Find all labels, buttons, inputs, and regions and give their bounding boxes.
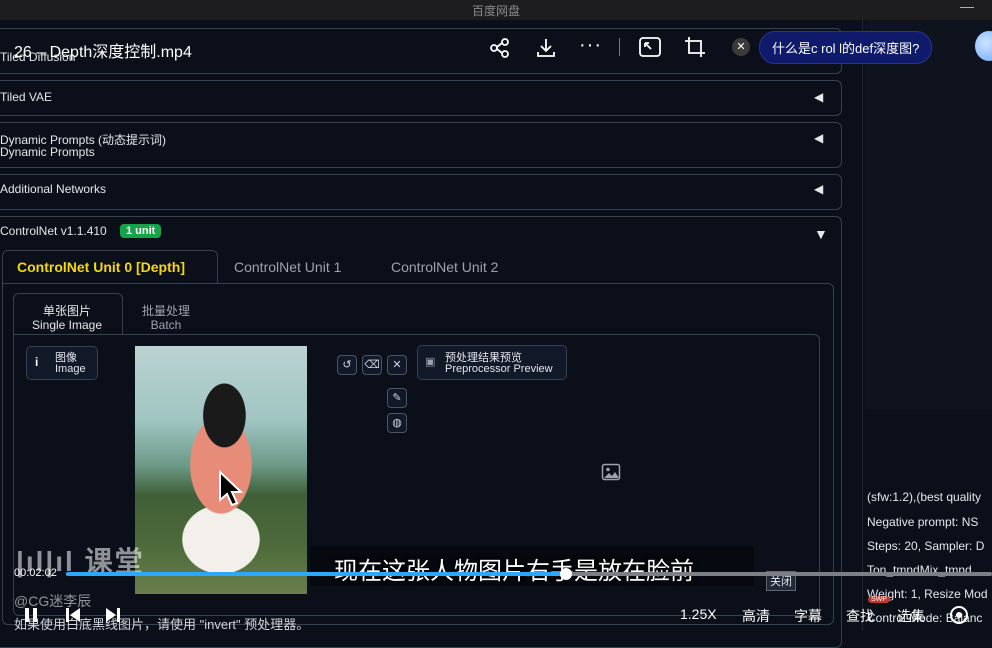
image-icon: ▣: [425, 356, 436, 368]
tab-controlnet-unit-0[interactable]: ControlNet Unit 0 [Depth]: [17, 259, 185, 275]
tab-controlnet-unit-1[interactable]: ControlNet Unit 1: [234, 259, 341, 275]
minimize-button[interactable]: —: [960, 0, 976, 14]
next-button[interactable]: [104, 606, 122, 629]
close-icon[interactable]: ✕: [387, 355, 407, 375]
subtab-batch[interactable]: 批量处理 Batch: [125, 304, 207, 332]
episodes-button[interactable]: 选集: [897, 606, 925, 626]
collapse-triangle-icon[interactable]: ◀: [814, 131, 823, 145]
settings-circle-icon[interactable]: [949, 605, 969, 625]
previous-button[interactable]: [64, 606, 82, 629]
progress-knob[interactable]: [560, 568, 572, 580]
image-label-en: Image: [55, 363, 86, 375]
crop-icon[interactable]: [683, 35, 707, 59]
subtab-label-en: Single Image: [31, 318, 103, 332]
undo-icon[interactable]: ↺: [337, 355, 357, 375]
skip-previous-icon: [66, 608, 80, 622]
collapse-triangle-icon[interactable]: ◀: [814, 182, 823, 196]
controlnet-title[interactable]: ControlNet v1.1.410: [0, 224, 107, 238]
swp-badge: SWP: [868, 596, 890, 603]
gen-info-line: Steps: 20, Sampler: D: [867, 539, 985, 553]
controls-divider: [619, 38, 620, 56]
image-info-icon: i: [35, 355, 39, 369]
pause-button[interactable]: [22, 606, 40, 629]
subtab-single-image[interactable]: 单张图片 Single Image: [13, 304, 121, 332]
picture-in-picture-icon[interactable]: [638, 35, 662, 59]
accordion-sublabel: Dynamic Prompts: [0, 145, 95, 159]
gen-info-line: Negative prompt: NS: [867, 515, 979, 529]
tab-controlnet-unit-2[interactable]: ControlNet Unit 2: [391, 259, 498, 275]
unit-count-badge: 1 unit: [120, 224, 162, 238]
expand-triangle-icon[interactable]: ▼: [814, 226, 828, 242]
generation-info-pane: (sfw:1.2),(best quality Negative prompt:…: [862, 20, 992, 631]
pause-icon: [25, 608, 37, 622]
more-icon[interactable]: ···: [579, 34, 602, 57]
speed-button[interactable]: 1.25X: [680, 606, 717, 622]
accordion-label: Tiled VAE: [0, 90, 53, 104]
eraser-icon[interactable]: ⌫: [362, 355, 382, 375]
share-icon[interactable]: [489, 37, 511, 59]
ai-question-pill[interactable]: 什么是c rol l的def深度图?: [759, 31, 933, 64]
image-label-box: i 图像 Image: [26, 346, 98, 380]
progress-fill: [66, 572, 566, 576]
brush-icon[interactable]: ✎: [387, 388, 407, 408]
video-title: 26 – Depth深度控制.mp4: [14, 44, 192, 61]
accordion-label: Additional Networks: [0, 182, 107, 196]
palette-icon[interactable]: ◍: [387, 413, 407, 433]
close-ai-icon[interactable]: ✕: [732, 38, 750, 56]
download-icon[interactable]: [535, 37, 557, 59]
window-title: 百度网盘: [471, 4, 520, 18]
accordion-additional-networks[interactable]: [0, 174, 842, 210]
subtab-label-cn: 单张图片: [42, 304, 91, 318]
empty-image-placeholder-icon: [601, 463, 621, 481]
accordion-tiled-vae[interactable]: [0, 80, 842, 116]
skip-next-icon: [106, 608, 120, 622]
subtab-label-cn: 批量处理: [141, 304, 190, 318]
search-button[interactable]: 查找: [846, 606, 874, 626]
quality-button[interactable]: 高清: [742, 606, 770, 626]
captions-button[interactable]: 字幕: [794, 606, 822, 626]
collapse-triangle-icon[interactable]: ◀: [814, 90, 823, 104]
invert-hint: 如果使用白底黑线图片，请使用 "invert" 预处理器。: [14, 617, 310, 632]
preview-label-en: Preprocessor Preview: [445, 363, 553, 375]
video-subtitle: 现在这张人物图片右手是放在脸前: [334, 551, 694, 586]
subtab-label-en: Batch: [150, 318, 182, 332]
mouse-cursor-icon: [219, 470, 244, 507]
output-image-area: [865, 20, 992, 410]
current-time: 00:02:02: [14, 567, 57, 579]
preprocessor-preview-label: ▣ 预处理结果预览 Preprocessor Preview: [417, 345, 567, 380]
gen-info-line: (sfw:1.2),(best quality: [867, 490, 982, 504]
